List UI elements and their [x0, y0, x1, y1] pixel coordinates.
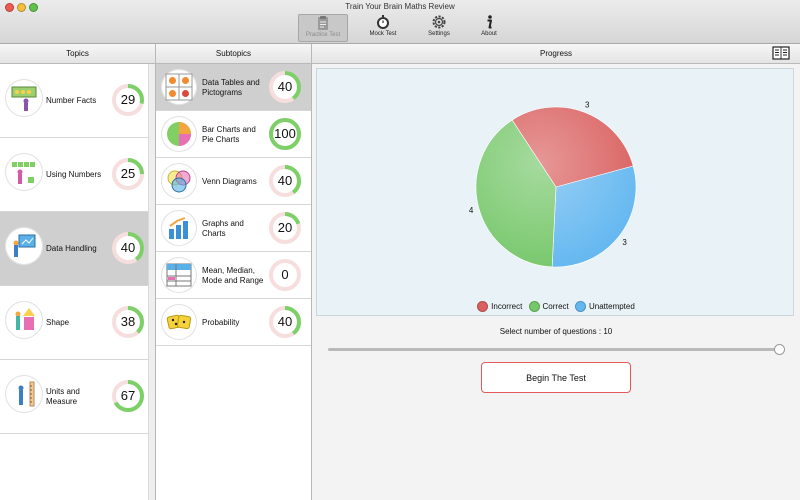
progress-panel: Progress 3 3 4 Incorrect Correct Unattempt… — [312, 44, 800, 500]
row-label: Number Facts — [46, 96, 97, 105]
bar-graph-icon — [161, 210, 197, 246]
pie-chart-icon — [161, 116, 197, 152]
toolbar-label: Mock Test — [369, 31, 397, 37]
score-ring: 0 — [268, 258, 302, 292]
pie-gloss — [476, 107, 636, 267]
score-ring: 40 — [268, 164, 302, 198]
legend-label: Correct — [542, 302, 569, 311]
pie-data-label: 4 — [469, 206, 474, 215]
topic-item[interactable]: Shape 38 — [0, 286, 155, 360]
topic-item[interactable]: Units and Measure 67 — [0, 360, 155, 434]
score-value: 29 — [120, 92, 136, 107]
row-label: Venn Diagrams — [202, 176, 257, 186]
score-value: 0 — [281, 267, 289, 282]
topic-item[interactable]: Using Numbers 25 — [0, 138, 155, 212]
info-icon — [487, 15, 492, 29]
pictogram-grid-icon — [161, 69, 197, 105]
toolbar-label: Settings — [428, 31, 450, 37]
score-ring: 29 — [111, 83, 145, 117]
subtopic-item[interactable]: Data Tables and Pictograms 40 — [156, 64, 311, 111]
topics-scrollbar[interactable] — [148, 64, 155, 500]
row-label: Graphs and Charts — [202, 218, 244, 238]
book-icon[interactable] — [772, 46, 790, 60]
score-value: 40 — [120, 240, 136, 255]
legend-label: Incorrect — [491, 302, 523, 311]
subtopic-item[interactable]: Venn Diagrams 40 — [156, 158, 311, 205]
row-label: Using Numbers — [46, 170, 102, 179]
score-value: 100 — [274, 126, 296, 141]
shapes-person-icon — [5, 301, 43, 339]
subtopics-header: Subtopics — [156, 44, 311, 64]
subtopics-panel: Subtopics Data Tables and Pictograms 40 Ba… — [156, 44, 312, 500]
pie-chart: 3 3 4 — [469, 101, 637, 268]
row-label: Data Handling — [46, 244, 97, 253]
window-title: Train Your Brain Maths Review — [345, 2, 455, 11]
score-ring: 100 — [268, 117, 302, 151]
slider-knob[interactable] — [774, 344, 785, 355]
subtopic-item[interactable]: Graphs and Charts 20 — [156, 205, 311, 252]
chart-legend: Incorrect Correct Unattempted — [317, 301, 795, 314]
topics-header: Topics — [0, 44, 155, 64]
score-value: 40 — [277, 79, 293, 94]
pie-data-label: 3 — [622, 238, 627, 247]
subtopic-item[interactable]: Probability 40 — [156, 299, 311, 346]
title-bar: Train Your Brain Maths Review Practice T… — [0, 0, 800, 44]
toolbar-mock-test[interactable]: Mock Test — [358, 14, 408, 42]
score-value: 25 — [120, 166, 136, 181]
progress-header: Progress — [312, 44, 800, 64]
score-value: 38 — [120, 314, 136, 329]
dice-icon — [161, 304, 197, 340]
legend-item-incorrect: Incorrect — [477, 301, 522, 312]
number-blocks-icon — [5, 153, 43, 191]
legend-label: Unattempted — [589, 302, 635, 311]
row-label: Probability — [202, 317, 240, 327]
clipboard-icon — [318, 16, 328, 30]
legend-swatch — [575, 301, 586, 312]
row-label: Data Tables and Pictograms — [202, 77, 260, 97]
question-count-label: Select number of questions : 10 — [499, 327, 613, 336]
progress-chart: 3 3 4 Incorrect Correct Unattempted — [316, 68, 794, 316]
row-label: Shape — [46, 318, 70, 327]
toolbar-label: Practice Test — [305, 32, 341, 38]
score-ring: 38 — [111, 305, 145, 339]
subtopic-item[interactable]: Mean, Median, Mode and Range 0 — [156, 252, 311, 299]
score-ring: 67 — [111, 379, 145, 413]
row-label: Units and Measure — [46, 387, 80, 406]
score-ring: 25 — [111, 157, 145, 191]
venn-diagram-icon — [161, 163, 197, 199]
toolbar-about[interactable]: About — [464, 14, 514, 42]
legend-item-correct: Correct — [528, 301, 569, 312]
score-ring: 40 — [268, 305, 302, 339]
pie-data-label: 3 — [585, 101, 590, 110]
gear-icon — [432, 15, 446, 29]
score-value: 20 — [277, 220, 293, 235]
data-table-icon — [161, 257, 197, 293]
score-ring: 40 — [268, 70, 302, 104]
measuring-person-icon — [5, 375, 43, 413]
legend-swatch — [528, 301, 540, 312]
score-ring: 20 — [268, 211, 302, 245]
begin-test-button[interactable]: Begin The Test — [481, 362, 631, 393]
subtopics-list: Data Tables and Pictograms 40 Bar Charts a… — [156, 64, 311, 346]
toolbar-practice-test[interactable]: Practice Test — [298, 14, 348, 42]
presentation-board-icon — [5, 227, 43, 265]
legend-item-unattempted: Unattempted — [575, 301, 635, 312]
abacus-teacher-icon — [5, 79, 43, 117]
toolbar-label: About — [481, 31, 497, 37]
row-label: Bar Charts and Pie Charts — [202, 124, 256, 144]
toolbar-settings[interactable]: Settings — [414, 14, 464, 42]
stopwatch-icon — [377, 15, 389, 29]
score-ring: 40 — [111, 231, 145, 265]
score-value: 40 — [277, 173, 293, 188]
topic-item[interactable]: Number Facts 29 — [0, 64, 155, 138]
score-value: 40 — [277, 314, 293, 329]
subtopic-item[interactable]: Bar Charts and Pie Charts 100 — [156, 111, 311, 158]
row-label: Mean, Median, Mode and Range — [202, 265, 264, 285]
topics-list: Number Facts 29 Using Numbers 25 Data Handli… — [0, 64, 155, 434]
topic-item[interactable]: Data Handling 40 — [0, 212, 155, 286]
legend-swatch — [477, 301, 489, 312]
question-count-slider[interactable] — [328, 344, 785, 355]
score-value: 67 — [120, 388, 136, 403]
topics-panel: Topics Number Facts 29 Using Numbers 25 Data… — [0, 44, 156, 500]
